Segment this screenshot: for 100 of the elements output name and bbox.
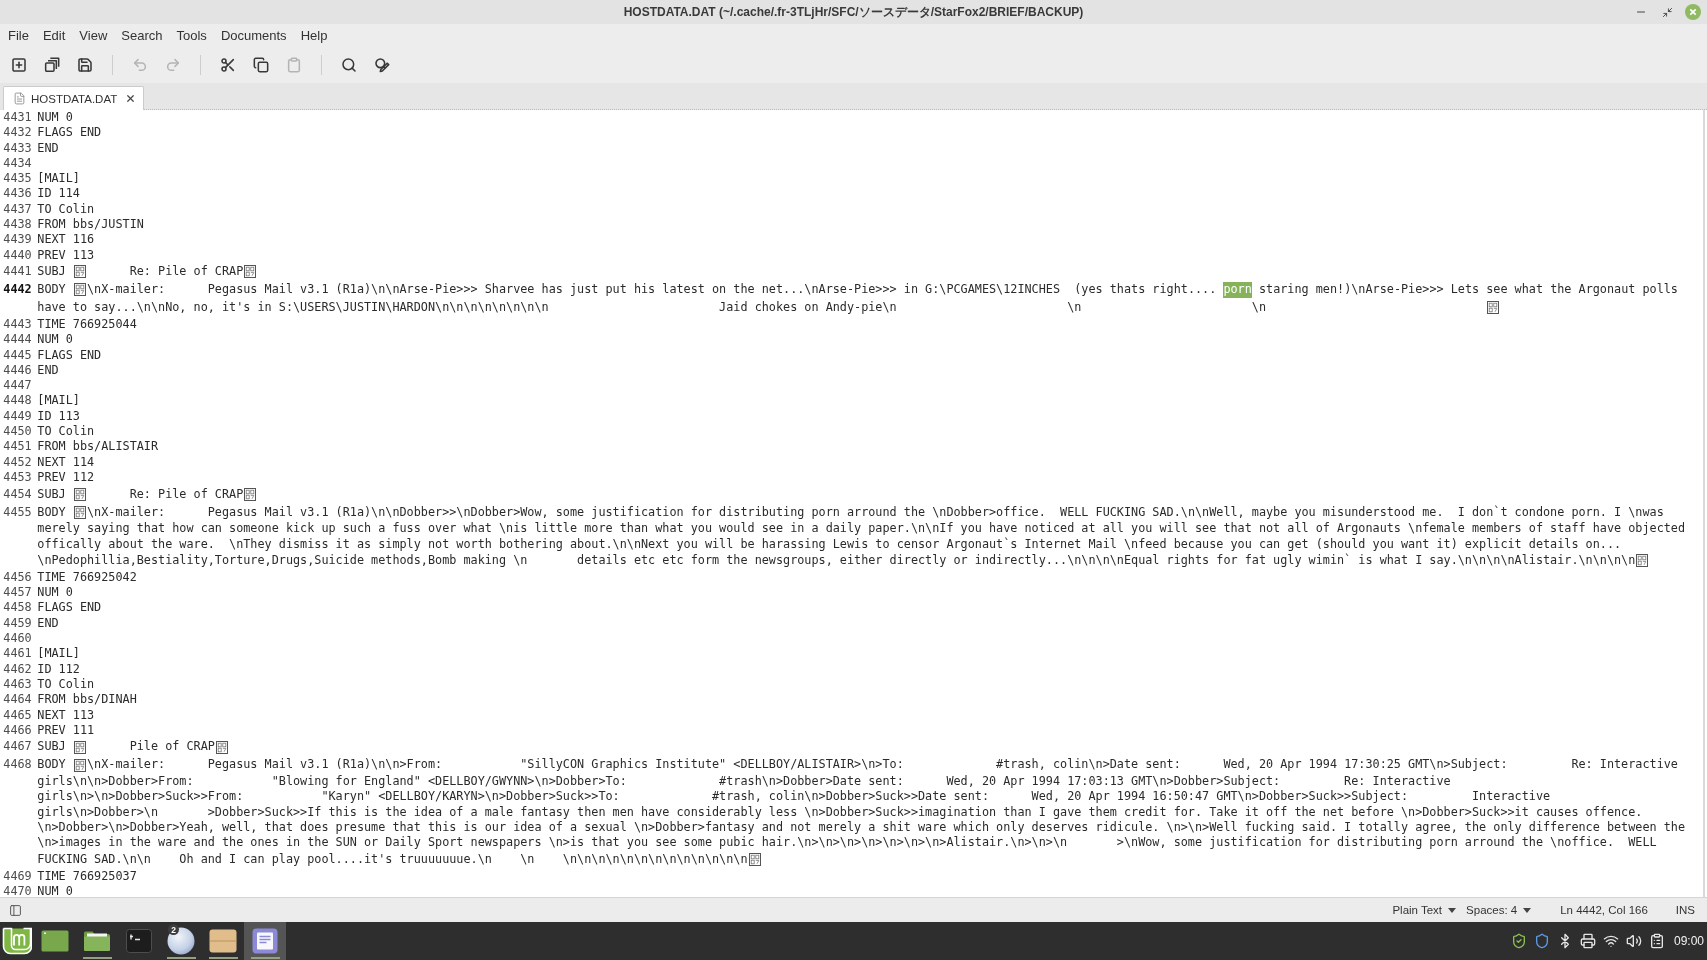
line-text: \nX-mailer: Pegasus Mail v3.1 (R1a)\n\nDobber>>\nDobber>Wow, some justification for distributing porn arround the \nDobber>office. WELL FUCKING SAD.\n\nWell, maybe you misunderstood me. I don`t condone porn. I \nwas <box>87 504 1664 520</box>
control-char-icon <box>215 740 228 754</box>
line-text: girls\n>Dobber>\n >Dobber>Suck>>If this is the idea of a male fantasy then men have considerably less \n>Dobber>Suck>>imagination than I gave them credit for. Take it off the net before \n>Dobber>Suck>>it causes offence. <box>37 804 1643 820</box>
line-text: TIME 766925042 <box>37 569 137 586</box>
line-number: 4461 <box>3 646 32 662</box>
line-number: 4466 <box>3 722 32 739</box>
control-char-icon <box>73 758 86 772</box>
line-text: FROM bbs/DINAH <box>37 692 137 708</box>
line-number: 4442 <box>3 282 32 298</box>
wifi-icon[interactable] <box>1602 933 1619 949</box>
line-text: FLAGS END <box>37 347 102 363</box>
line-number: 4463 <box>3 676 32 693</box>
line-number: 4462 <box>3 661 32 677</box>
shield-check-icon[interactable] <box>1510 933 1527 949</box>
line-text: SUBJ <box>37 486 66 502</box>
menu-item[interactable]: Help <box>293 25 335 45</box>
selected-text: porn <box>1223 282 1252 298</box>
line-text: PREV 111 <box>37 722 95 739</box>
control-char-icon <box>748 853 761 867</box>
menu-icon <box>2 927 32 955</box>
line-text: SUBJ <box>37 264 66 280</box>
language-dropdown[interactable]: Plain Text <box>1392 904 1457 916</box>
scrollbar[interactable] <box>1703 110 1705 897</box>
side-panel-button[interactable] <box>7 902 23 918</box>
document-icon <box>13 92 26 105</box>
line-text: NUM 0 <box>37 585 73 601</box>
line-text: TO Colin <box>37 201 95 218</box>
line-number: 4456 <box>3 569 32 586</box>
line-number: 4458 <box>3 600 32 616</box>
line-text: \n>images in the ware and the ones in the SUN or Daily Sport newspapers \n>is that you see some pubic hair.\n>\n>\n>\n>\n>\n>\n>Alistair.\n>\n>\n >\nWow, some justification for distributing porn arround the \noffice. WELL <box>37 835 1657 851</box>
control-char-icon <box>73 505 86 519</box>
line-text: Pile of CRAP <box>129 739 215 755</box>
control-char-icon <box>73 740 86 754</box>
line-number: 4450 <box>3 424 32 440</box>
taskbar-launcher[interactable] <box>244 922 286 960</box>
line-number: 4444 <box>3 332 32 348</box>
clipboard-icon[interactable] <box>1648 933 1665 949</box>
line-text: NEXT 116 <box>37 232 95 248</box>
line-text: BODY <box>37 282 66 298</box>
line-text: FUCKING SAD.\n\n Oh and I can play pool....it's truuuuuuue.\n \n \n\n\n\n\n\n\n\n\n\n\n\n\n <box>37 851 748 868</box>
line-number: 4431 <box>3 110 32 126</box>
document-tab[interactable]: HOSTDATA.DAT <box>3 86 145 110</box>
caret-icon <box>1448 907 1457 913</box>
indentation-dropdown[interactable]: Spaces: 4 <box>1466 904 1532 916</box>
line-text: [MAIL] <box>37 393 80 409</box>
line-number: 4452 <box>3 454 32 470</box>
line-number: 4441 <box>3 264 32 280</box>
line-text: NEXT 114 <box>37 454 95 470</box>
line-number: 4443 <box>3 316 32 333</box>
line-text: FLAGS END <box>37 600 102 616</box>
line-text: Re: Pile of CRAP <box>129 486 244 502</box>
line-number: 4469 <box>3 868 32 884</box>
line-text: PREV 113 <box>37 247 95 263</box>
box-icon <box>209 929 237 953</box>
menu-item[interactable]: Search <box>114 25 170 45</box>
menu-item[interactable]: Edit <box>35 25 73 45</box>
line-number: 4460 <box>3 631 32 647</box>
window-icon <box>41 930 69 952</box>
line-text: TO Colin <box>37 424 95 440</box>
line-number: 4445 <box>3 347 32 363</box>
line-text: END <box>37 362 59 379</box>
clock: 09:00 <box>1673 934 1704 948</box>
line-number: 4459 <box>3 615 32 631</box>
menu-item[interactable]: View <box>72 25 115 45</box>
control-char-icon <box>244 265 257 279</box>
volume-icon[interactable] <box>1625 933 1642 949</box>
line-text: TO Colin <box>37 676 95 693</box>
caret-icon <box>1523 907 1532 913</box>
line-number: 4438 <box>3 217 32 233</box>
line-number: 4432 <box>3 125 32 141</box>
shield-icon[interactable] <box>1533 933 1550 949</box>
printer-icon[interactable] <box>1579 933 1596 949</box>
line-text: FROM bbs/JUSTIN <box>37 217 144 233</box>
line-text: END <box>37 140 59 156</box>
line-number: 4451 <box>3 439 32 455</box>
line-text: PREV 112 <box>37 469 95 486</box>
line-number: 4447 <box>3 378 32 394</box>
line-text: TIME 766925037 <box>37 868 137 884</box>
line-text: NUM 0 <box>37 110 73 126</box>
line-text: have to say...\n\nNo, no, it's in S:\USERS\JUSTIN\HARDON\n\n\n\n\n\n\n\n Jaid chokes on Andy-pie\n \n \n <box>37 300 1266 316</box>
menu-item[interactable]: Tools <box>169 25 214 45</box>
line-text: \n>Dobber>\n>Dobber>Yeah, well, that does presume that this is our idea of a sexual \n>Dobber>fantasy and not merely a shit ware which only deserves ridicule. \n>\n>Well fucking said. I totally agree, the only difference between the <box>37 820 1686 836</box>
line-number: 4468 <box>3 757 32 773</box>
line-text: FROM bbs/ALISTAIR <box>37 439 159 455</box>
line-text: [MAIL] <box>37 646 80 662</box>
menu-item[interactable]: Documents <box>213 25 294 45</box>
control-char-icon <box>1487 301 1500 315</box>
line-number: 4434 <box>3 155 32 172</box>
line-text: offically about the ware. \nThey dismiss it as simply not worth bothering about.\n\nNext you will be harassing Lewis to censor Argonaut`s Internet Mail \nfeed because you can get (should you want it) explicit details on... <box>37 536 1622 552</box>
globe-icon <box>167 927 195 955</box>
line-text: ID 112 <box>37 661 80 677</box>
line-text: \nPedophillia,Bestiality,Torture,Drugs,Suicide methods,Bomb making \n details etc etc form the newsgroups, either directly or indirectly...\n\n\n\nEqual rights for fat ugly wimin` is what I say.\n\n\n\nAlistair.\n\n\n\n <box>37 553 1636 569</box>
line-text: girls\n\n>Dobber>From: "Blowing for England" <DELLBOY/GWYNN>\n>Dobber>To: #trash\n>Dobber>Date sent: Wed, 20 Apr 1994 17:03:13 GMT\n>Dobber>Subject: Re: Interactive <box>37 774 1451 790</box>
line-number: 4465 <box>3 707 32 723</box>
count-badge: 2 <box>168 924 179 935</box>
control-char-icon <box>244 487 257 501</box>
line-number: 4436 <box>3 186 32 202</box>
menu-item[interactable]: File <box>1 25 36 45</box>
insert-mode: INS <box>1675 904 1695 916</box>
line-text: Re: Pile of CRAP <box>129 264 244 280</box>
